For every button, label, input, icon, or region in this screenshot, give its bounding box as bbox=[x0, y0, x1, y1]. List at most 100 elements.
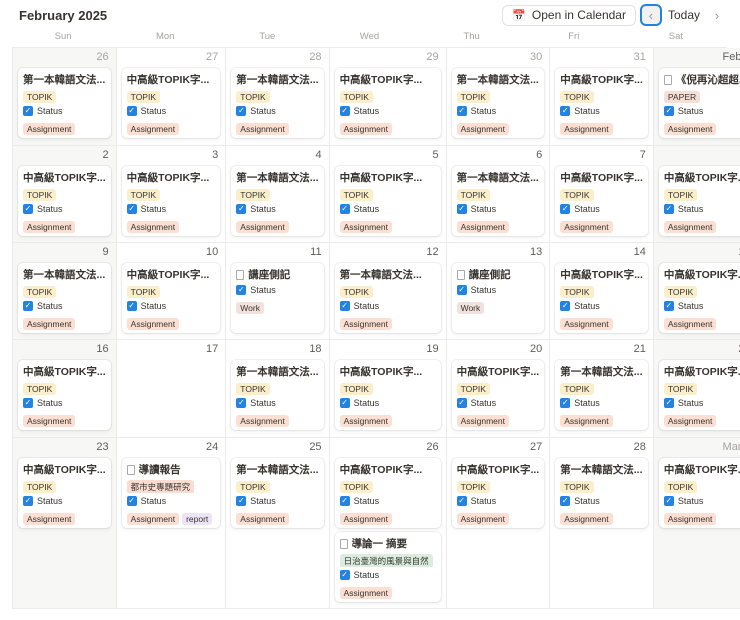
status-checkbox[interactable]: ✓ Status bbox=[236, 201, 318, 217]
event-card[interactable]: 中高級TOPIK字... TOPIK ✓ Status Assignment bbox=[334, 458, 441, 528]
status-checkbox[interactable]: ✓ Status bbox=[339, 395, 436, 411]
event-card[interactable]: 第一本韓語文法... TOPIK ✓ Status Assignment bbox=[231, 166, 324, 236]
day-cell[interactable]: 27 中高級TOPIK字... TOPIK ✓ Status Assignment bbox=[116, 48, 227, 146]
status-checkbox[interactable]: ✓ Status bbox=[236, 493, 318, 509]
day-cell[interactable]: 15中高級TOPIK字...TOPIK✓StatusAssignment bbox=[653, 243, 740, 340]
day-cell[interactable]: 23 中高級TOPIK字... TOPIK ✓ Status Assignment bbox=[13, 438, 117, 609]
today-button[interactable]: Today bbox=[666, 8, 702, 22]
day-cell[interactable]: Feb 1《倪再沁超超...PAPER✓StatusAssignment bbox=[653, 48, 740, 146]
event-card[interactable]: 第一本韓語文法... TOPIK ✓ Status Assignment bbox=[555, 458, 648, 528]
status-checkbox[interactable]: ✓ Status bbox=[23, 201, 106, 217]
day-cell[interactable]: 31 中高級TOPIK字... TOPIK ✓ Status Assignment bbox=[550, 48, 654, 146]
day-cell[interactable]: 25 第一本韓語文法... TOPIK ✓ Status Assignment bbox=[226, 438, 330, 609]
event-card[interactable]: 中高級TOPIK字... TOPIK ✓ Status Assignment bbox=[658, 263, 740, 333]
day-cell[interactable]: 20 中高級TOPIK字... TOPIK ✓ Status Assignment bbox=[446, 340, 551, 438]
day-cell[interactable]: 4 第一本韓語文法... TOPIK ✓ Status Assignment bbox=[226, 146, 330, 243]
event-card[interactable]: 中高級TOPIK字... TOPIK ✓ Status Assignment bbox=[121, 166, 221, 236]
event-card[interactable]: 第一本韓語文法... TOPIK ✓ Status Assignment bbox=[18, 263, 111, 333]
event-card[interactable]: 中高級TOPIK字... TOPIK ✓ Status Assignment bbox=[18, 166, 111, 236]
event-card[interactable]: 第一本韓語文法... TOPIK ✓ Status Assignment bbox=[555, 360, 648, 430]
event-card[interactable]: 導論一 摘要 日治臺灣的風景與自然 ✓ Status Assignment bbox=[334, 532, 441, 602]
event-card[interactable]: 第一本韓語文法... TOPIK ✓ Status Assignment bbox=[18, 68, 111, 138]
status-checkbox[interactable]: ✓ Status bbox=[236, 282, 318, 298]
event-card[interactable]: 中高級TOPIK字... TOPIK ✓ Status Assignment bbox=[658, 360, 740, 430]
day-cell[interactable]: 12 第一本韓語文法... TOPIK ✓ Status Assignment bbox=[329, 243, 447, 340]
event-card[interactable]: 中高級TOPIK字... TOPIK ✓ Status Assignment bbox=[121, 263, 221, 333]
status-checkbox[interactable]: ✓ Status bbox=[456, 282, 540, 298]
event-card[interactable]: 中高級TOPIK字... TOPIK ✓ Status Assignment bbox=[555, 263, 648, 333]
status-checkbox[interactable]: ✓ Status bbox=[339, 567, 436, 583]
day-cell[interactable]: 3 中高級TOPIK字... TOPIK ✓ Status Assignment bbox=[116, 146, 227, 243]
day-cell[interactable]: 6 第一本韓語文法... TOPIK ✓ Status Assignment bbox=[446, 146, 551, 243]
status-checkbox[interactable]: ✓ Status bbox=[663, 298, 740, 314]
day-cell[interactable]: 28 第一本韓語文法... TOPIK ✓ Status Assignment bbox=[550, 438, 654, 609]
status-checkbox[interactable]: ✓ Status bbox=[126, 298, 216, 314]
status-checkbox[interactable]: ✓ Status bbox=[456, 103, 540, 119]
event-card[interactable]: 中高級TOPIK字... TOPIK ✓ Status Assignment bbox=[555, 166, 648, 236]
status-checkbox[interactable]: ✓ Status bbox=[663, 103, 740, 119]
day-cell[interactable]: 28 第一本韓語文法... TOPIK ✓ Status Assignment bbox=[226, 48, 330, 146]
day-cell[interactable]: 8中高級TOPIK字...TOPIK✓StatusAssignment bbox=[653, 146, 740, 243]
event-card[interactable]: 第一本韓語文法... TOPIK ✓ Status Assignment bbox=[451, 166, 545, 236]
day-cell[interactable]: Mar 1中高級TOPIK字...TOPIK✓StatusAssignment bbox=[653, 438, 740, 609]
event-card[interactable]: 中高級TOPIK字... TOPIK ✓ Status Assignment bbox=[18, 458, 111, 528]
status-checkbox[interactable]: ✓ Status bbox=[23, 298, 106, 314]
next-month-button[interactable]: › bbox=[706, 4, 728, 26]
status-checkbox[interactable]: ✓ Status bbox=[456, 493, 540, 509]
day-cell[interactable]: 26 中高級TOPIK字... TOPIK ✓ Status Assignment 導論一 … bbox=[329, 438, 447, 609]
status-checkbox[interactable]: ✓ Status bbox=[23, 493, 106, 509]
previous-month-button[interactable]: ‹ bbox=[639, 4, 662, 26]
day-cell[interactable]: 24 導讀報告 都市史專題研究 ✓ Status Assignment report bbox=[116, 438, 227, 609]
event-card[interactable]: 導讀報告 都市史專題研究 ✓ Status Assignment report bbox=[121, 458, 221, 528]
status-checkbox[interactable]: ✓ Status bbox=[126, 103, 216, 119]
day-cell[interactable]: 9 第一本韓語文法... TOPIK ✓ Status Assignment bbox=[13, 243, 117, 340]
event-card[interactable]: 中高級TOPIK字... TOPIK ✓ Status Assignment bbox=[121, 68, 221, 138]
event-card[interactable]: 講座側記 ✓ Status Work bbox=[451, 263, 545, 333]
status-checkbox[interactable]: ✓ Status bbox=[339, 201, 436, 217]
status-checkbox[interactable]: ✓ Status bbox=[560, 395, 643, 411]
day-cell[interactable]: 27 中高級TOPIK字... TOPIK ✓ Status Assignment bbox=[446, 438, 551, 609]
event-card[interactable]: 中高級TOPIK字... TOPIK ✓ Status Assignment bbox=[555, 68, 648, 138]
day-cell[interactable]: 14 中高級TOPIK字... TOPIK ✓ Status Assignment bbox=[550, 243, 654, 340]
status-checkbox[interactable]: ✓ Status bbox=[339, 298, 436, 314]
day-cell[interactable]: 29 中高級TOPIK字... TOPIK ✓ Status Assignment bbox=[329, 48, 447, 146]
event-card[interactable]: 中高級TOPIK字... TOPIK ✓ Status Assignment bbox=[658, 166, 740, 236]
status-checkbox[interactable]: ✓ Status bbox=[456, 201, 540, 217]
day-cell[interactable]: 7 中高級TOPIK字... TOPIK ✓ Status Assignment bbox=[550, 146, 654, 243]
day-cell[interactable]: 26 第一本韓語文法... TOPIK ✓ Status Assignment bbox=[13, 48, 117, 146]
status-checkbox[interactable]: ✓ Status bbox=[126, 493, 216, 509]
day-cell[interactable]: 21 第一本韓語文法... TOPIK ✓ Status Assignment bbox=[550, 340, 654, 438]
event-card[interactable]: 第一本韓語文法... TOPIK ✓ Status Assignment bbox=[231, 68, 324, 138]
event-card[interactable]: 中高級TOPIK字... TOPIK ✓ Status Assignment bbox=[451, 360, 545, 430]
event-card[interactable]: 第一本韓語文法... TOPIK ✓ Status Assignment bbox=[231, 458, 324, 528]
day-cell[interactable]: 5 中高級TOPIK字... TOPIK ✓ Status Assignment bbox=[329, 146, 447, 243]
event-card[interactable]: 中高級TOPIK字... TOPIK ✓ Status Assignment bbox=[658, 458, 740, 528]
status-checkbox[interactable]: ✓ Status bbox=[560, 201, 643, 217]
day-cell[interactable]: 22中高級TOPIK字...TOPIK✓StatusAssignment bbox=[653, 340, 740, 438]
day-cell[interactable]: 10 中高級TOPIK字... TOPIK ✓ Status Assignment bbox=[116, 243, 227, 340]
event-card[interactable]: 中高級TOPIK字... TOPIK ✓ Status Assignment bbox=[451, 458, 545, 528]
event-card[interactable]: 第一本韓語文法... TOPIK ✓ Status Assignment bbox=[231, 360, 324, 430]
status-checkbox[interactable]: ✓ Status bbox=[560, 103, 643, 119]
event-card[interactable]: 中高級TOPIK字... TOPIK ✓ Status Assignment bbox=[334, 360, 441, 430]
event-card[interactable]: 第一本韓語文法... TOPIK ✓ Status Assignment bbox=[334, 263, 441, 333]
day-cell[interactable]: 17 bbox=[116, 340, 227, 438]
status-checkbox[interactable]: ✓ Status bbox=[456, 395, 540, 411]
day-cell[interactable]: 11 講座側記 ✓ Status Work bbox=[226, 243, 330, 340]
event-card[interactable]: 中高級TOPIK字... TOPIK ✓ Status Assignment bbox=[334, 166, 441, 236]
event-card[interactable]: 第一本韓語文法... TOPIK ✓ Status Assignment bbox=[451, 68, 545, 138]
status-checkbox[interactable]: ✓ Status bbox=[23, 395, 106, 411]
status-checkbox[interactable]: ✓ Status bbox=[339, 493, 436, 509]
status-checkbox[interactable]: ✓ Status bbox=[23, 103, 106, 119]
day-cell[interactable]: 13 講座側記 ✓ Status Work bbox=[446, 243, 551, 340]
status-checkbox[interactable]: ✓ Status bbox=[663, 395, 740, 411]
day-cell[interactable]: 16 中高級TOPIK字... TOPIK ✓ Status Assignment bbox=[13, 340, 117, 438]
event-card[interactable]: 《倪再沁超超...PAPER✓StatusAssignment bbox=[658, 68, 740, 138]
status-checkbox[interactable]: ✓ Status bbox=[236, 395, 318, 411]
status-checkbox[interactable]: ✓ Status bbox=[663, 201, 740, 217]
status-checkbox[interactable]: ✓ Status bbox=[560, 493, 643, 509]
open-in-calendar-button[interactable]: 📅 Open in Calendar bbox=[502, 4, 636, 26]
event-card[interactable]: 講座側記 ✓ Status Work bbox=[231, 263, 324, 333]
status-checkbox[interactable]: ✓ Status bbox=[560, 298, 643, 314]
status-checkbox[interactable]: ✓ Status bbox=[126, 201, 216, 217]
